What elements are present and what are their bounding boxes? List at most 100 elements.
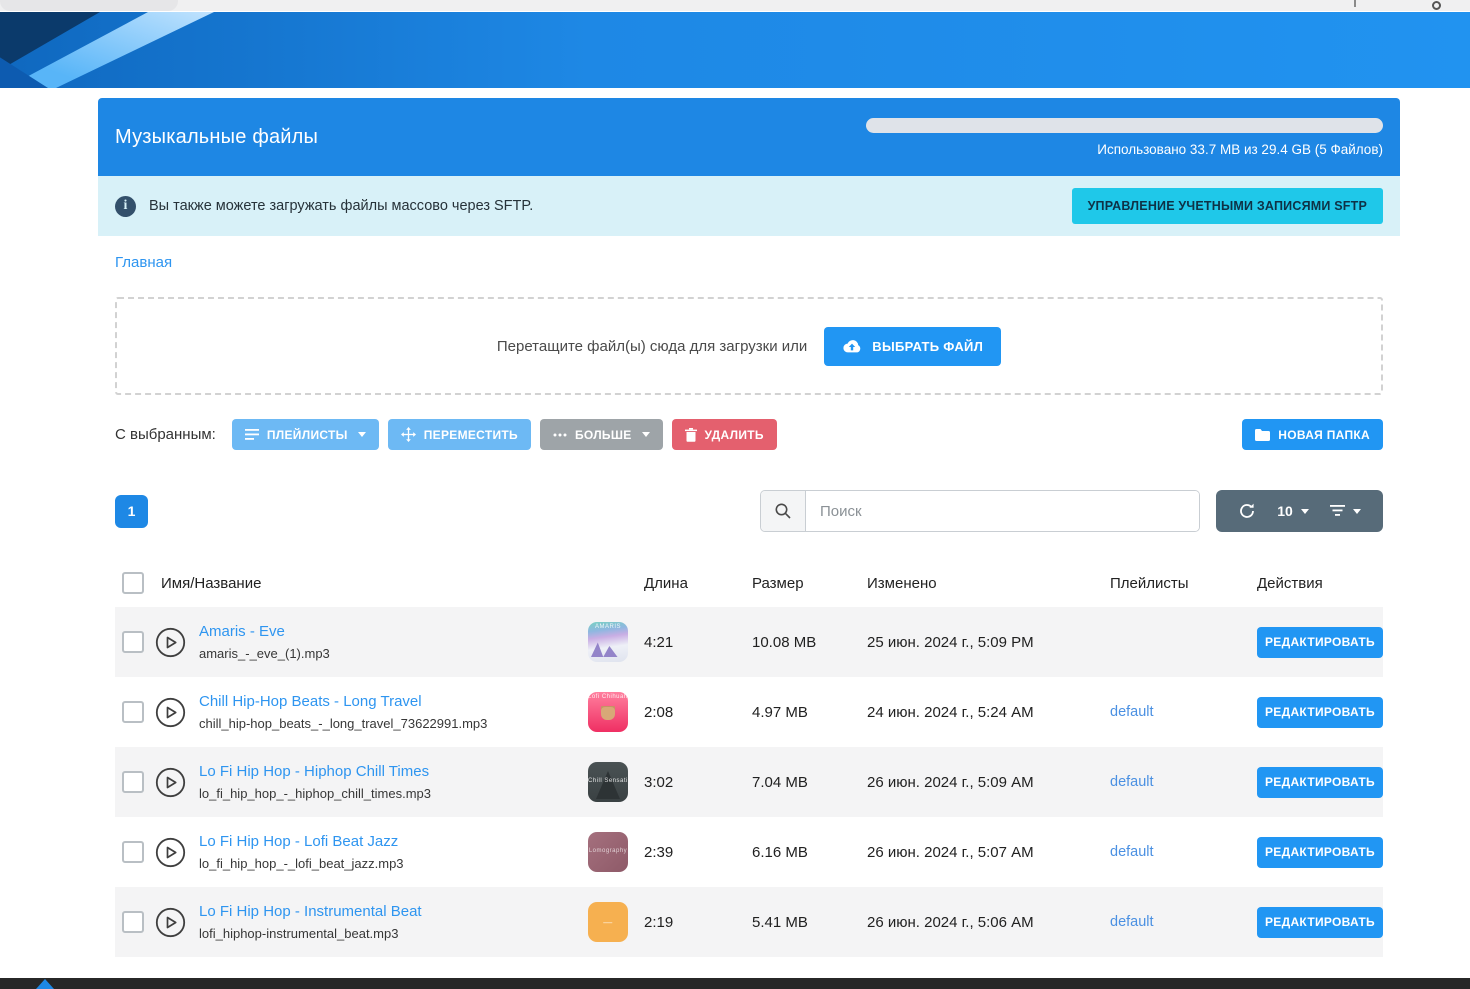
file-modified: 25 июн. 2024 г., 5:09 PM — [867, 634, 1110, 651]
browser-top-strip — [0, 0, 1470, 11]
move-icon — [401, 427, 416, 442]
file-name-cell: Chill Hip-Hop Beats - Long Travel chill_… — [189, 693, 588, 731]
file-size: 5.41 MB — [752, 914, 867, 931]
play-button[interactable] — [151, 907, 189, 938]
more-button[interactable]: БОЛЬШЕ — [540, 419, 663, 450]
thumbnail-art — [596, 771, 620, 799]
file-length: 2:39 — [644, 844, 752, 861]
actions-cell: РЕДАКТИРОВАТЬ — [1257, 907, 1383, 938]
thumbnail-cell: AMARIS — [588, 622, 644, 662]
chevron-down-icon — [1301, 509, 1309, 514]
playlists-button[interactable]: ПЛЕЙЛИСТЫ — [232, 419, 379, 450]
file-title-link[interactable]: Lo Fi Hip Hop - Hiphop Chill Times — [199, 763, 578, 780]
dropzone-text: Перетащите файл(ы) сюда для загрузки или — [497, 338, 807, 355]
sftp-info-banner: i Вы также можете загружать файлы массов… — [98, 176, 1400, 236]
file-size: 4.97 MB — [752, 704, 867, 721]
ellipsis-icon — [553, 433, 567, 437]
thumbnail-cell: — — [588, 902, 644, 942]
album-art-thumbnail: Lofi Chihuahua — [588, 692, 628, 732]
file-size: 7.04 MB — [752, 774, 867, 791]
file-title-link[interactable]: Lo Fi Hip Hop - Lofi Beat Jazz — [199, 833, 578, 850]
select-all-checkbox[interactable] — [122, 572, 144, 594]
row-checkbox[interactable] — [122, 701, 144, 723]
file-size: 6.16 MB — [752, 844, 867, 861]
actions-cell: РЕДАКТИРОВАТЬ — [1257, 627, 1383, 658]
table-row: Lo Fi Hip Hop - Instrumental Beat lofi_h… — [115, 887, 1383, 957]
file-filename: lofi_hiphop-instrumental_beat.mp3 — [199, 926, 578, 941]
search-icon — [761, 491, 806, 531]
thumbnail-cell: Chill Sensation — [588, 762, 644, 802]
music-files-card: Музыкальные файлы Использовано 33.7 MB и… — [98, 98, 1400, 971]
row-checkbox[interactable] — [122, 841, 144, 863]
search-input[interactable] — [806, 491, 1199, 531]
file-title-link[interactable]: Lo Fi Hip Hop - Instrumental Beat — [199, 903, 578, 920]
file-length: 2:19 — [644, 914, 752, 931]
chevron-down-icon — [642, 432, 650, 437]
upload-dropzone[interactable]: Перетащите файл(ы) сюда для загрузки или… — [115, 297, 1383, 395]
play-button[interactable] — [151, 697, 189, 728]
edit-button[interactable]: РЕДАКТИРОВАТЬ — [1257, 697, 1383, 728]
thumbnail-art — [591, 640, 625, 657]
thumbnail-cell: Lomography — [588, 832, 644, 872]
sort-select[interactable] — [1330, 505, 1361, 517]
list-controls-group: 10 — [1216, 490, 1383, 532]
new-folder-button[interactable]: НОВАЯ ПАПКА — [1242, 419, 1383, 450]
edit-button[interactable]: РЕДАКТИРОВАТЬ — [1257, 767, 1383, 798]
sftp-info-text: Вы также можете загружать файлы массово … — [149, 198, 533, 214]
refresh-button[interactable] — [1238, 502, 1256, 520]
file-modified: 26 июн. 2024 г., 5:06 AM — [867, 914, 1110, 931]
edit-button[interactable]: РЕДАКТИРОВАТЬ — [1257, 907, 1383, 938]
delete-button[interactable]: УДАЛИТЬ — [672, 419, 777, 450]
row-checkbox[interactable] — [122, 771, 144, 793]
col-header-modified: Изменено — [867, 575, 1110, 592]
col-header-name: Имя/Название — [151, 575, 588, 592]
per-page-select[interactable]: 10 — [1277, 503, 1309, 519]
file-name-cell: Lo Fi Hip Hop - Hiphop Chill Times lo_fi… — [189, 763, 588, 801]
col-header-actions: Действия — [1257, 575, 1383, 592]
file-filename: lo_fi_hip_hop_-_hiphop_chill_times.mp3 — [199, 786, 578, 801]
file-playlists: default — [1110, 703, 1257, 721]
play-button[interactable] — [151, 627, 189, 658]
trash-icon — [685, 428, 697, 442]
storage-caption: Использовано 33.7 MB из 29.4 GB (5 Файло… — [1097, 142, 1383, 157]
sort-icon — [1330, 505, 1345, 517]
album-art-thumbnail: AMARIS — [588, 622, 628, 662]
row-checkbox[interactable] — [122, 631, 144, 653]
col-header-size: Размер — [752, 575, 867, 592]
cloud-upload-icon — [842, 339, 862, 354]
album-art-thumbnail: — — [588, 902, 628, 942]
thumbnail-cell: Lofi Chihuahua — [588, 692, 644, 732]
file-length: 3:02 — [644, 774, 752, 791]
browser-chrome-fragment — [1354, 0, 1356, 7]
edit-button[interactable]: РЕДАКТИРОВАТЬ — [1257, 627, 1383, 658]
chevron-down-icon — [1353, 509, 1361, 514]
play-button[interactable] — [151, 837, 189, 868]
edit-button[interactable]: РЕДАКТИРОВАТЬ — [1257, 837, 1383, 868]
storage-usage: Использовано 33.7 MB из 29.4 GB (5 Файло… — [866, 118, 1383, 157]
col-header-playlists: Плейлисты — [1110, 575, 1257, 592]
page-banner — [0, 12, 1470, 88]
browser-tab-fragment — [0, 0, 178, 11]
table-row: Amaris - Eve amaris_-_eve_(1).mp3 AMARIS… — [115, 607, 1383, 677]
file-filename: lo_fi_hip_hop_-_lofi_beat_jazz.mp3 — [199, 856, 578, 871]
table-row: Lo Fi Hip Hop - Hiphop Chill Times lo_fi… — [115, 747, 1383, 817]
footer-logo-fragment — [36, 979, 54, 989]
move-button[interactable]: ПЕРЕМЕСТИТЬ — [388, 419, 531, 450]
file-playlists: default — [1110, 843, 1257, 861]
breadcrumb-home[interactable]: Главная — [115, 254, 172, 271]
file-title-link[interactable]: Amaris - Eve — [199, 623, 578, 640]
play-button[interactable] — [151, 767, 189, 798]
row-checkbox[interactable] — [122, 911, 144, 933]
bulk-actions-label: С выбранным: — [115, 426, 216, 443]
file-playlists: default — [1110, 773, 1257, 791]
file-name-cell: Lo Fi Hip Hop - Instrumental Beat lofi_h… — [189, 903, 588, 941]
toolbar-row: 1 10 — [115, 490, 1383, 532]
files-table: Имя/Название Длина Размер Изменено Плейл… — [115, 559, 1383, 957]
album-art-thumbnail: Lomography — [588, 832, 628, 872]
pagination-page-1[interactable]: 1 — [115, 495, 148, 528]
file-title-link[interactable]: Chill Hip-Hop Beats - Long Travel — [199, 693, 578, 710]
manage-sftp-accounts-button[interactable]: УПРАВЛЕНИЕ УЧЕТНЫМИ ЗАПИСЯМИ SFTP — [1072, 188, 1383, 224]
file-length: 4:21 — [644, 634, 752, 651]
choose-file-button[interactable]: ВЫБРАТЬ ФАЙЛ — [824, 327, 1001, 366]
card-header: Музыкальные файлы Использовано 33.7 MB и… — [98, 98, 1400, 176]
